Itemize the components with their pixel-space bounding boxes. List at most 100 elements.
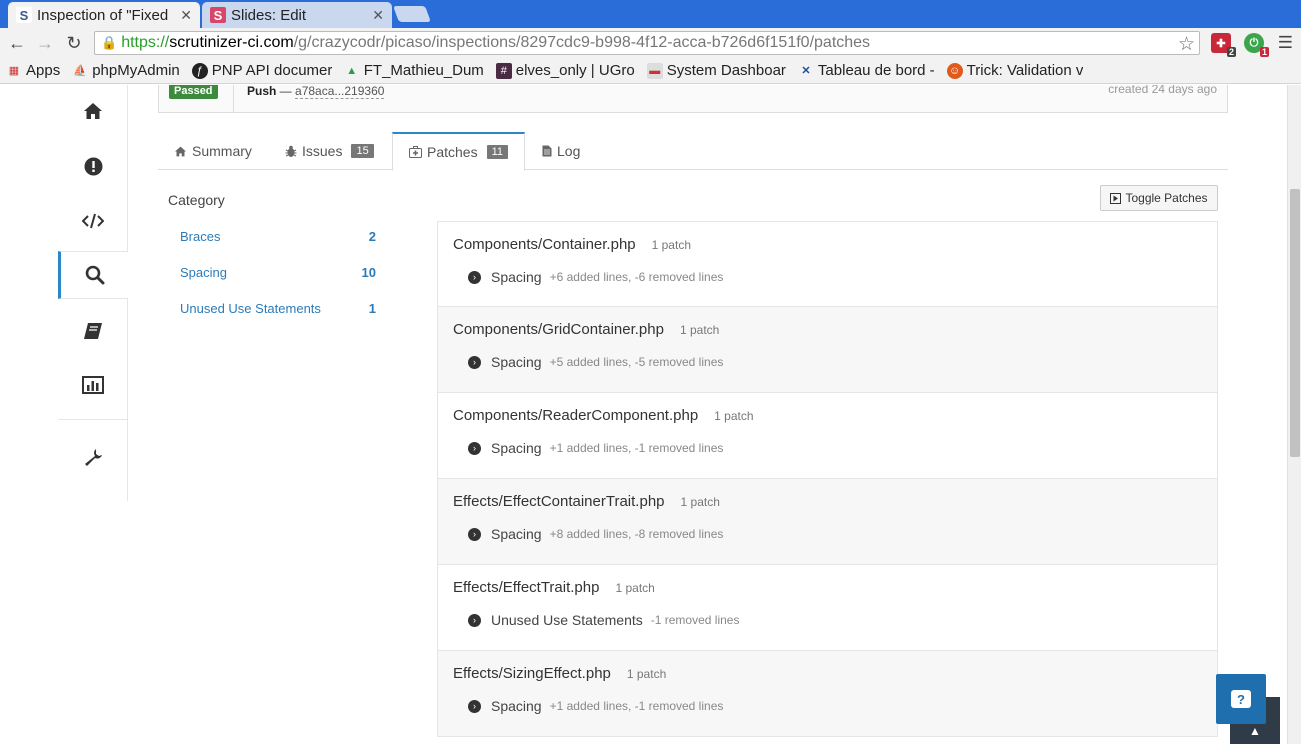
category-count: 1: [368, 301, 376, 316]
tab-summary[interactable]: Summary: [158, 132, 268, 170]
patch-type: Spacing: [491, 440, 542, 456]
forward-arrow-icon[interactable]: →: [34, 32, 56, 54]
play-square-icon: [1110, 192, 1122, 204]
nav-settings[interactable]: [58, 433, 128, 481]
patch-detail[interactable]: › Spacing +8 added lines, -8 removed lines: [468, 526, 723, 542]
toggle-patches-button[interactable]: Toggle Patches: [1100, 185, 1218, 211]
patch-detail[interactable]: › Spacing +5 added lines, -5 removed lines: [468, 354, 723, 370]
chevron-right-icon: ›: [468, 527, 481, 541]
power-extension-icon[interactable]: ⏻ 1: [1244, 33, 1269, 57]
tab-label: Issues: [302, 143, 343, 159]
patch-detail[interactable]: › Spacing +1 added lines, -1 removed lines: [468, 440, 723, 456]
nav-home[interactable]: [58, 87, 128, 135]
patch-count: 1 patch: [680, 495, 720, 509]
url-scheme: https://: [121, 34, 170, 51]
patch-item[interactable]: Components/Container.php 1 patch › Spacing…: [437, 221, 1218, 307]
patch-count: 1 patch: [714, 409, 754, 423]
x-logo-icon: ✕: [801, 65, 811, 77]
patch-item[interactable]: Components/ReaderComponent.php 1 patch › S…: [437, 393, 1218, 479]
chevron-right-icon: ›: [468, 613, 481, 627]
url-path: /g/crazycodr/picaso/inspections/8297cdc9…: [293, 34, 871, 51]
chevron-right-icon: ›: [468, 441, 481, 455]
left-nav: [58, 85, 128, 501]
category-item-unused-use-statements[interactable]: Unused Use Statements 1: [180, 301, 376, 316]
browser-menu-icon[interactable]: ☰: [1278, 33, 1293, 53]
patch-type: Spacing: [491, 354, 542, 370]
patch-stats: +6 added lines, -6 removed lines: [549, 270, 724, 284]
bookmark-star-icon[interactable]: ☆: [1178, 33, 1195, 56]
bookmark-ft-mathieu[interactable]: ▲ FT_Mathieu_Dum: [344, 62, 483, 79]
patch-count: 1 patch: [615, 581, 655, 595]
category-item-braces[interactable]: Braces 2: [180, 229, 376, 244]
category-title: Category: [168, 192, 225, 208]
bookmark-apps[interactable]: ▦ Apps: [6, 62, 60, 79]
bookmark-system-dashboard[interactable]: ▬ System Dashboar: [646, 62, 786, 79]
patch-item[interactable]: Effects/EffectContainerTrait.php 1 patch …: [437, 479, 1218, 565]
close-icon[interactable]: ✕: [372, 7, 384, 24]
push-label: Push: [247, 85, 277, 98]
patch-file-name: Components/ReaderComponent.php: [453, 407, 699, 424]
nav-divider: [58, 419, 128, 420]
new-tab-button[interactable]: [393, 6, 431, 22]
nav-docs[interactable]: [58, 307, 128, 355]
patch-file-name: Components/GridContainer.php: [453, 321, 664, 338]
browser-tab-inspection[interactable]: S Inspection of "Fixed ✕: [8, 2, 200, 28]
patch-item[interactable]: Effects/EffectTrait.php 1 patch › Unused U…: [437, 565, 1218, 651]
patch-list: Components/Container.php 1 patch › Spacing…: [437, 221, 1218, 737]
patch-count: 1 patch: [679, 323, 720, 337]
search-icon: [85, 265, 104, 285]
patch-detail[interactable]: › Spacing +1 added lines, -1 removed lines: [468, 698, 723, 714]
patch-item[interactable]: Components/GridContainer.php 1 patch › Spa…: [437, 307, 1218, 393]
help-button[interactable]: ?: [1216, 674, 1266, 724]
patch-detail[interactable]: › Unused Use Statements -1 removed lines: [468, 612, 739, 628]
bookmark-pnp-api[interactable]: ƒ PNP API documer: [191, 62, 332, 79]
dashboard-icon: ▬: [646, 62, 663, 79]
bookmark-phpmyadmin[interactable]: ⛵ phpMyAdmin: [72, 62, 180, 79]
bookmark-tableau-de-bord[interactable]: ✕ Tableau de bord -: [798, 62, 934, 79]
patch-item[interactable]: Effects/SizingEffect.php 1 patch › Spacing…: [437, 651, 1218, 737]
puzzle-extension-icon[interactable]: ✚ 2: [1211, 33, 1236, 57]
bookmark-label: phpMyAdmin: [92, 62, 180, 79]
inspection-tabs: Summary Issues 15 Patches 11 Log: [158, 132, 1228, 171]
push-separator: —: [276, 85, 296, 98]
extension-badge: 1: [1259, 47, 1269, 57]
created-timestamp: created 24 days ago: [1108, 85, 1217, 96]
patch-detail[interactable]: › Spacing +6 added lines, -6 removed lines: [468, 269, 723, 285]
patch-file-name: Effects/SizingEffect.php: [453, 665, 611, 682]
bar-chart-icon: [82, 376, 104, 394]
category-item-spacing[interactable]: Spacing 10: [180, 265, 376, 280]
close-icon[interactable]: ✕: [180, 7, 192, 24]
page-scrollbar[interactable]: [1287, 85, 1301, 744]
browser-tab-slides[interactable]: S Slides: Edit ✕: [202, 2, 392, 28]
patch-stats: -1 removed lines: [650, 613, 740, 627]
patch-file-name: Components/Container.php: [453, 236, 636, 253]
book-icon: [84, 323, 102, 339]
patch-type: Spacing: [491, 698, 542, 714]
tab-log[interactable]: Log: [526, 132, 596, 170]
medkit-icon: [409, 146, 422, 158]
nav-code[interactable]: [58, 197, 128, 245]
nav-inspections[interactable]: [58, 251, 128, 299]
toggle-patches-label: Toggle Patches: [1125, 191, 1208, 205]
patch-type: Unused Use Statements: [491, 612, 643, 628]
scrollbar-thumb[interactable]: [1290, 189, 1300, 457]
commit-hash-link[interactable]: a78aca...219360: [295, 85, 385, 99]
nav-statistics[interactable]: [58, 361, 128, 409]
bookmark-trick-validation[interactable]: ☺ Trick: Validation v: [946, 62, 1083, 79]
home-icon: [84, 103, 102, 119]
patch-stats: +1 added lines, -1 removed lines: [549, 441, 724, 455]
reload-icon[interactable]: ↻: [63, 32, 85, 54]
tab-patches[interactable]: Patches 11: [392, 132, 526, 171]
bookmark-label: Apps: [26, 62, 61, 79]
bookmark-label: elves_only | UGro: [515, 62, 635, 79]
push-info: Push — a78aca...219360: [247, 85, 385, 99]
back-arrow-icon[interactable]: ←: [6, 32, 28, 54]
bookmark-elves-only[interactable]: # elves_only | UGro: [495, 62, 635, 79]
address-bar[interactable]: 🔒 https://scrutinizer-ci.com/g/crazycodr…: [94, 31, 1200, 55]
category-count: 10: [361, 265, 376, 280]
patch-file-name: Effects/EffectContainerTrait.php: [453, 493, 665, 510]
browser-tab-title: Inspection of "Fixed: [37, 6, 169, 24]
nav-issues[interactable]: [58, 142, 128, 190]
chevron-right-icon: ›: [468, 355, 481, 369]
tab-issues[interactable]: Issues 15: [269, 132, 390, 170]
